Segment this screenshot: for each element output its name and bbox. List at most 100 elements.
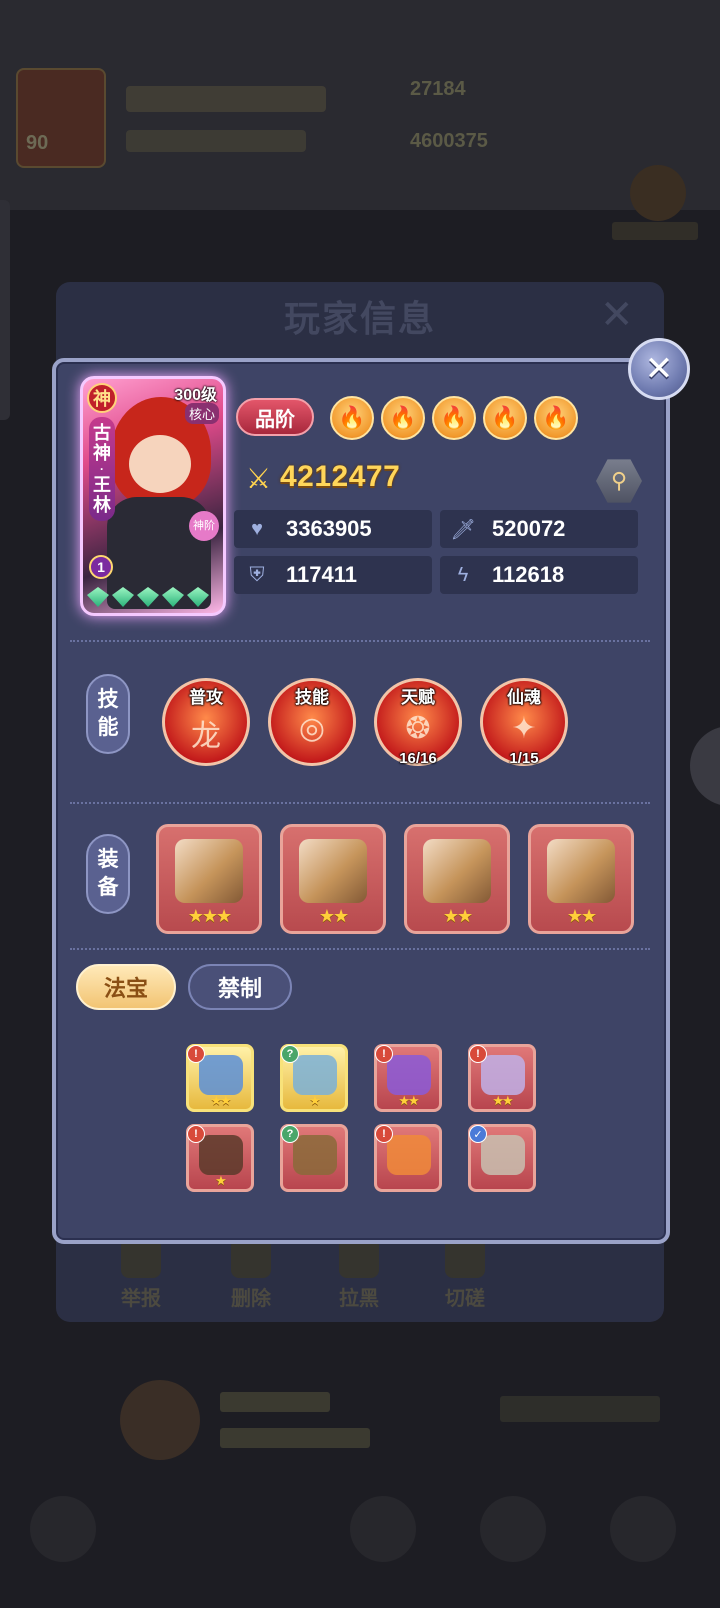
- bg-right-label: [612, 222, 698, 240]
- helmet-item-icon: [423, 839, 491, 903]
- hero-core-tag: 核心: [184, 403, 219, 424]
- bg-bottom-icon: [480, 1496, 546, 1562]
- bg-guild-line-1: [220, 1392, 330, 1412]
- scissors-treasure-icon: [481, 1135, 525, 1175]
- treasure-slot[interactable]: ! ★: [186, 1124, 254, 1192]
- equip-robe[interactable]: ★★: [280, 824, 386, 934]
- bg-stat-2: 4600375: [410, 130, 488, 152]
- treasure-slot[interactable]: ✓: [468, 1124, 536, 1192]
- flame-crest-icon: ✦: [511, 712, 537, 745]
- treasure-slot[interactable]: ?: [280, 1124, 348, 1192]
- spirit-treasure-icon: [387, 1055, 431, 1095]
- hero-rank: 1: [89, 555, 113, 579]
- skill-label: 技能: [295, 688, 329, 707]
- hero-face-art: [129, 435, 191, 493]
- hero-name-line1: 古神: [93, 423, 111, 463]
- skill-label: 天赋: [401, 688, 435, 707]
- skills-section-label: 技 能: [86, 674, 130, 754]
- sun-eye-icon: ◎: [298, 712, 326, 745]
- equip-boots[interactable]: ★★: [528, 824, 634, 934]
- stat-hp-value: 3363905: [286, 516, 372, 541]
- swords-icon: [445, 1238, 485, 1278]
- duel-action: 切磋: [420, 1238, 510, 1311]
- treasure-stars: ★★: [492, 1093, 513, 1108]
- equip-stars: ★★: [318, 906, 349, 926]
- hero-name: 古神 · 王林: [89, 417, 115, 521]
- block-icon: [339, 1238, 379, 1278]
- skill-active[interactable]: ◎ 技能: [268, 678, 356, 766]
- treasure-slot[interactable]: ! ★★: [468, 1044, 536, 1112]
- treasure-mark: ✓: [469, 1125, 487, 1143]
- boots-item-icon: [547, 839, 615, 903]
- quill-treasure-icon: [481, 1055, 525, 1095]
- tab-restriction[interactable]: 禁制: [188, 964, 292, 1010]
- gem-icon: [187, 587, 209, 607]
- hero-name-line2: 王林: [93, 475, 111, 515]
- grade-label: 品阶: [236, 398, 314, 436]
- treasure-slot[interactable]: !: [374, 1124, 442, 1192]
- treasure-slot[interactable]: ! ★★: [186, 1044, 254, 1112]
- skill-label: 仙魂: [507, 688, 541, 707]
- treasure-stars: ★: [309, 1093, 321, 1108]
- beast-treasure-icon: [199, 1055, 243, 1095]
- gem-icon: [162, 587, 184, 607]
- bg-bottom-icon: [30, 1496, 96, 1562]
- stat-speed-value: 112618: [492, 562, 565, 587]
- flame-icon: 🔥: [483, 396, 527, 440]
- stat-attack-value: 520072: [492, 516, 566, 541]
- ring-treasure-icon: [293, 1055, 337, 1095]
- flame-icon: 🔥: [330, 396, 374, 440]
- flame-icon: 🔥: [381, 396, 425, 440]
- treasure-mark: ?: [281, 1045, 299, 1063]
- bg-bottom-bar: [0, 1480, 720, 1608]
- equipment-section-label: 装 备: [86, 834, 130, 914]
- hero-card[interactable]: 神 300级 核心 古神 · 王林 神阶 1: [80, 376, 226, 616]
- shield-icon: ⛨: [249, 563, 265, 586]
- skill-immortal-soul[interactable]: ✦ 仙魂 1/15: [480, 678, 568, 767]
- skill-progress: 1/15: [509, 750, 539, 767]
- treasure-stars: ★★: [210, 1093, 231, 1108]
- report-action: 举报: [96, 1238, 186, 1311]
- grade-flames: 🔥 🔥 🔥 🔥 🔥: [330, 396, 578, 440]
- divider: [70, 802, 650, 804]
- hero-gems: [87, 587, 209, 607]
- fire-treasure-icon: [387, 1135, 431, 1175]
- dragon-icon: 龙: [191, 720, 221, 753]
- treasure-slot[interactable]: ? ★: [280, 1044, 348, 1112]
- bg-bottom-icon: [610, 1496, 676, 1562]
- divider: [70, 948, 650, 950]
- hero-god-badge: 神: [87, 383, 117, 413]
- hero-level: 300级: [174, 387, 217, 404]
- treasure-mark: !: [187, 1125, 205, 1143]
- skill-label: 普攻: [189, 688, 223, 707]
- heart-icon: ♥: [251, 517, 263, 540]
- search-icon: ⚲: [610, 468, 628, 493]
- gem-icon: [137, 587, 159, 607]
- tab-treasure[interactable]: 法宝: [76, 964, 176, 1010]
- treasure-mark: !: [187, 1045, 205, 1063]
- equip-helmet[interactable]: ★★: [404, 824, 510, 934]
- bg-stat-1: 27184: [410, 78, 466, 100]
- combat-power: 4212477: [280, 460, 401, 493]
- bg-right-icon: [630, 165, 686, 221]
- bg-avatar-level: 90: [26, 132, 49, 154]
- skill-talent[interactable]: ❂ 天赋 16/16: [374, 678, 462, 767]
- stat-speed: ϟ 112618: [440, 556, 638, 594]
- skill-basic-attack[interactable]: 龙 普攻: [162, 678, 250, 766]
- bg-bottom-icon: [350, 1496, 416, 1562]
- divider: [70, 640, 650, 642]
- sword-icon: 🗡: [450, 518, 476, 541]
- bg-player-sub: [126, 130, 306, 152]
- close-button[interactable]: ✕: [628, 338, 690, 400]
- bg-guild-line-2: [220, 1428, 370, 1448]
- treasure-mark: !: [469, 1045, 487, 1063]
- blade-treasure-icon: [199, 1135, 243, 1175]
- close-icon: ✕: [644, 350, 674, 388]
- stat-defense: ⛨ 117411: [234, 556, 432, 594]
- equip-weapon[interactable]: ★★★: [156, 824, 262, 934]
- treasure-slot[interactable]: ! ★★: [374, 1044, 442, 1112]
- trash-icon: [231, 1238, 271, 1278]
- delete-action: 删除: [206, 1238, 296, 1311]
- treasure-stars: ★: [215, 1173, 227, 1188]
- treasure-stars: ★★: [398, 1093, 419, 1108]
